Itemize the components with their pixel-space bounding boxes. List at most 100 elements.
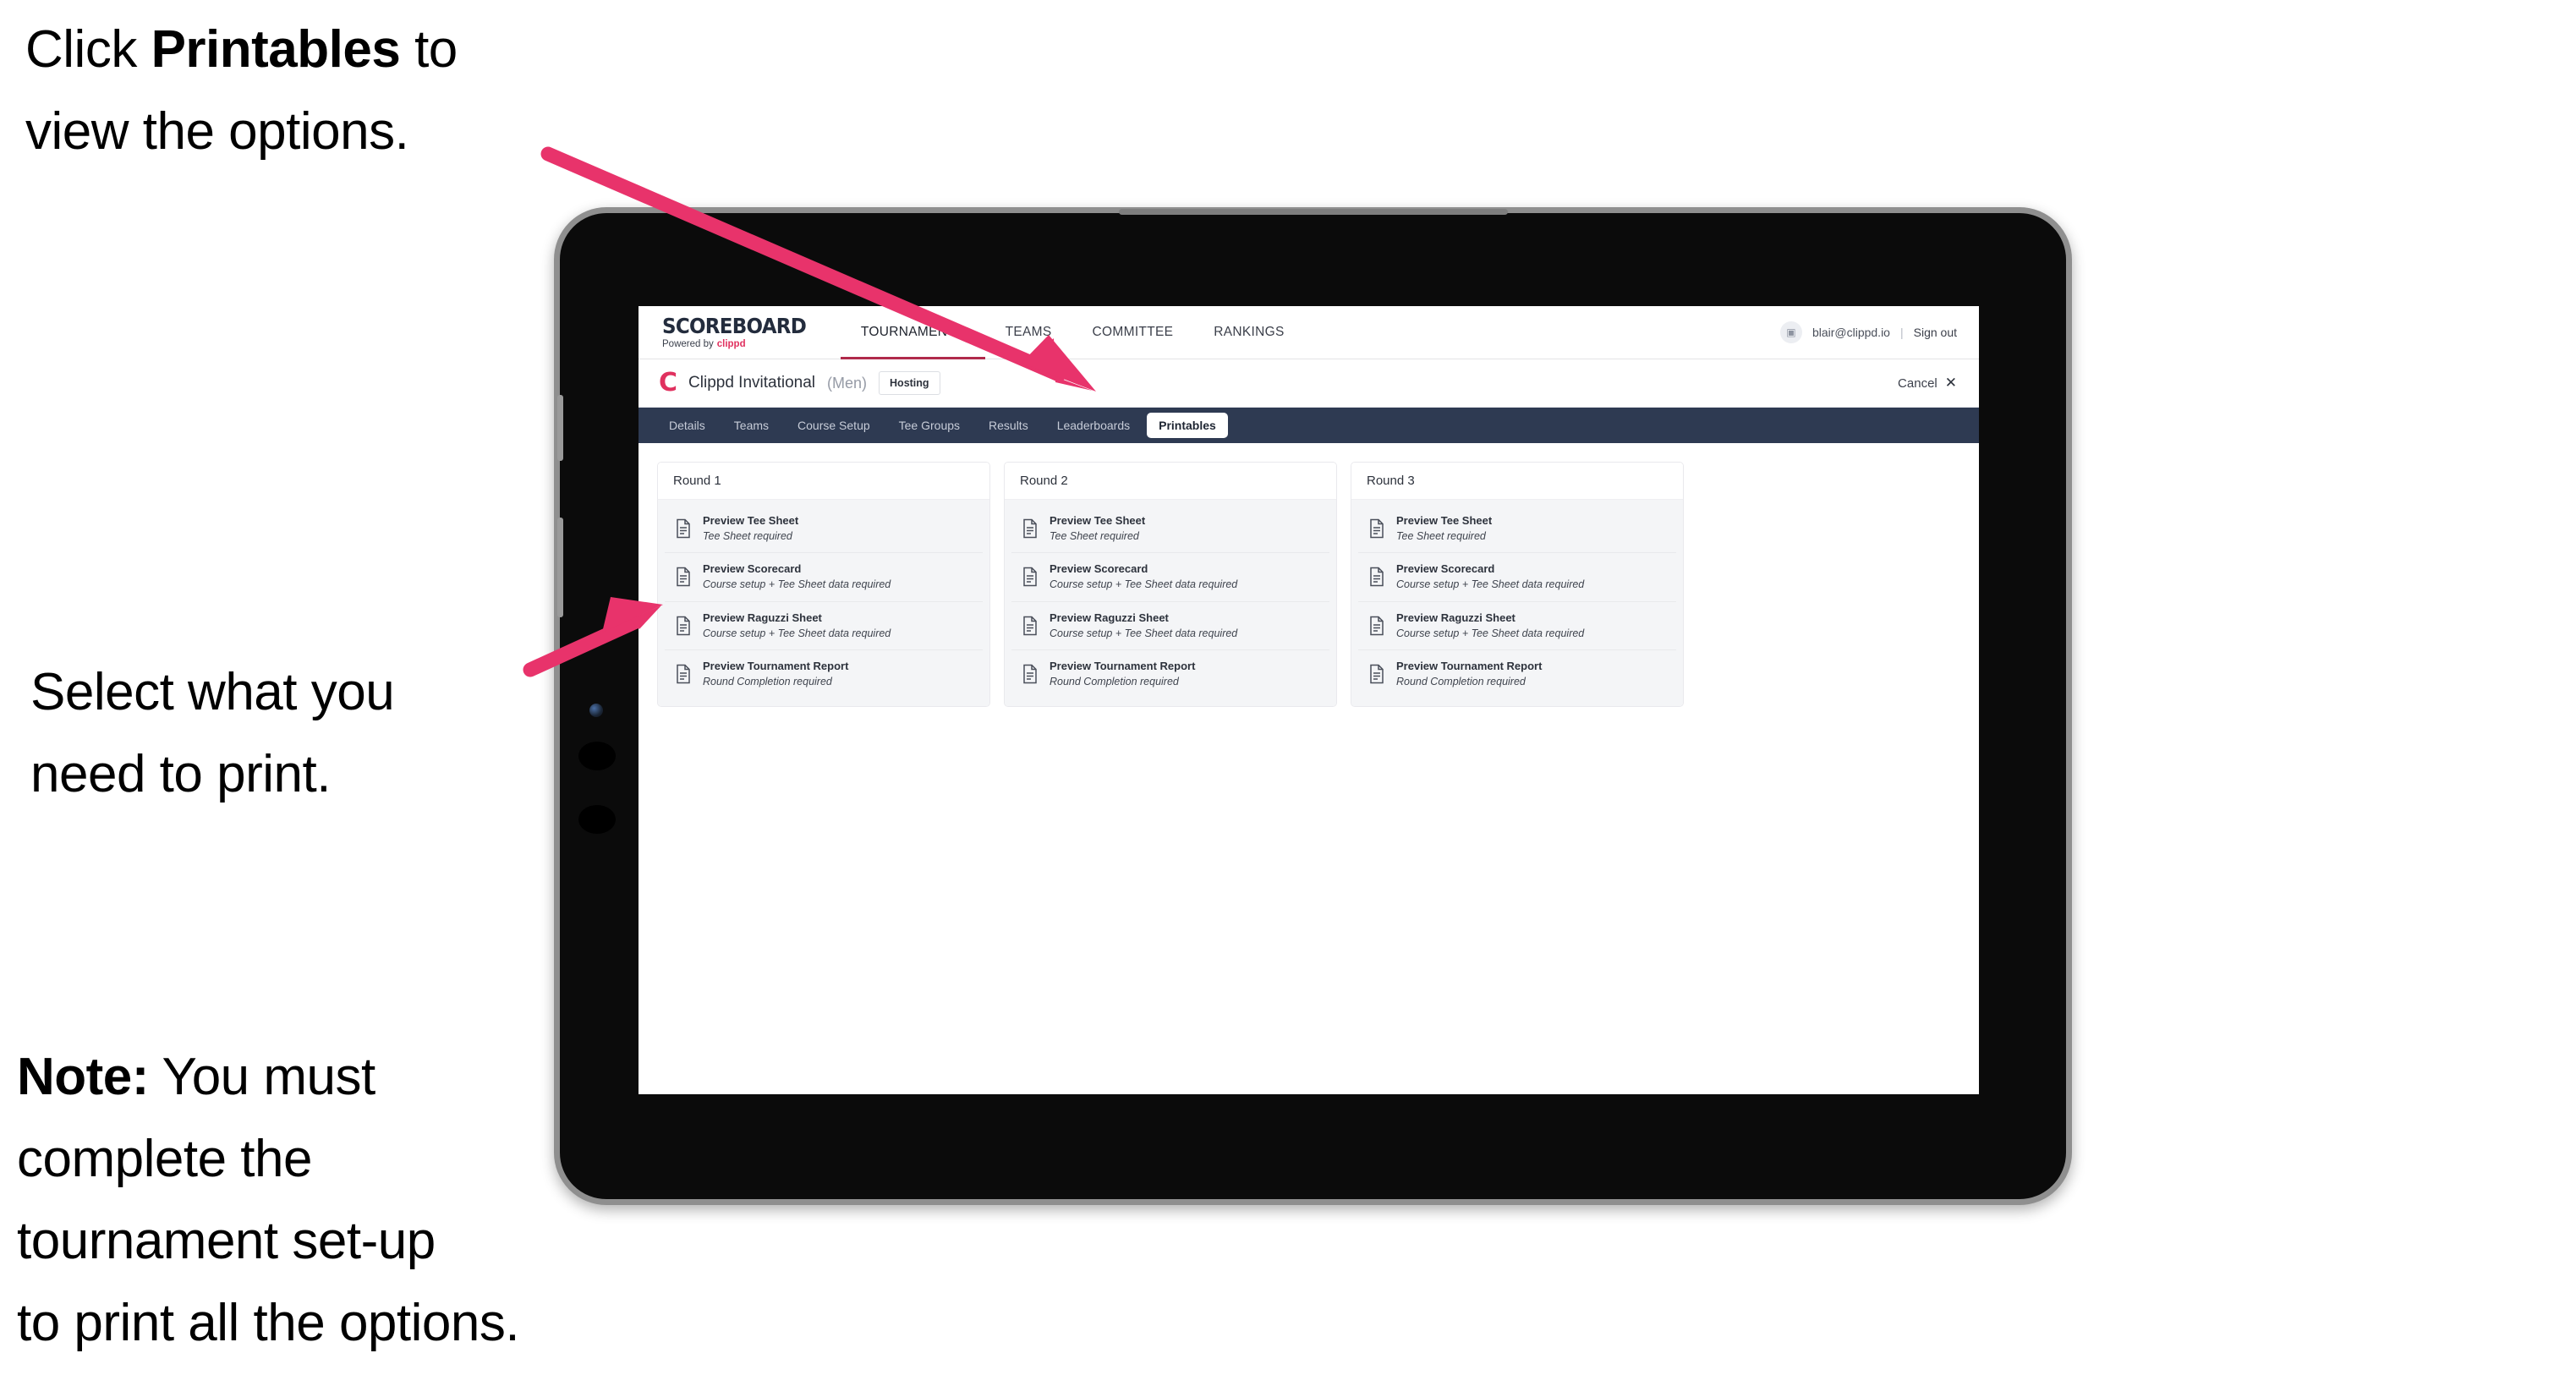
printable-row[interactable]: Preview Tee Sheet Tee Sheet required [665, 505, 983, 554]
printable-labels: Preview Scorecard Course setup + Tee She… [1396, 562, 1585, 591]
brand-subtitle: Powered by clippd [662, 338, 819, 350]
document-icon [675, 518, 692, 539]
printable-title: Preview Tournament Report [1050, 659, 1196, 672]
document-icon [1368, 518, 1385, 539]
printable-title: Preview Scorecard [1050, 562, 1148, 576]
printable-labels: Preview Raguzzi Sheet Course setup + Tee… [1050, 611, 1238, 639]
printable-row[interactable]: Preview Raguzzi Sheet Course setup + Tee… [1011, 602, 1329, 650]
scoreboard-brand-logo[interactable]: SCOREBOARD Powered by clippd [639, 306, 819, 359]
printable-requirement: Round Completion required [1050, 675, 1179, 688]
round-items-list: Preview Tee Sheet Tee Sheet required Pre… [658, 500, 989, 707]
nav-item-committee[interactable]: COMMITTEE [1072, 306, 1194, 359]
printable-row[interactable]: Preview Scorecard Course setup + Tee She… [1011, 553, 1329, 602]
tab-details[interactable]: Details [657, 413, 717, 438]
tab-course-setup[interactable]: Course Setup [786, 413, 882, 438]
printable-labels: Preview Tee Sheet Tee Sheet required [1050, 514, 1146, 542]
printable-requirement: Course setup + Tee Sheet data required [1396, 627, 1585, 639]
annotation-select-line1: Select what you [30, 663, 395, 721]
tab-printables[interactable]: Printables [1147, 413, 1228, 438]
annotation-click-bold: Printables [151, 20, 401, 79]
cancel-button[interactable]: Cancel ✕ [1898, 375, 1957, 392]
brand-title: SCOREBOARD [662, 313, 807, 338]
printable-row[interactable]: Preview Scorecard Course setup + Tee She… [665, 553, 983, 602]
printable-requirement: Tee Sheet required [1050, 529, 1139, 542]
printable-labels: Preview Tee Sheet Tee Sheet required [1396, 514, 1493, 542]
round-card-3: Round 3 Preview Tee Sheet Tee Sheet requ… [1351, 462, 1684, 708]
app-top-navigation-bar: SCOREBOARD Powered by clippd TOURNAMENTS… [639, 306, 1979, 359]
printable-labels: Preview Raguzzi Sheet Course setup + Tee… [703, 611, 891, 639]
printable-row[interactable]: Preview Tee Sheet Tee Sheet required [1011, 505, 1329, 554]
tablet-volume-button[interactable] [557, 395, 563, 461]
printable-labels: Preview Scorecard Course setup + Tee She… [1050, 562, 1238, 591]
annotation-note-bold: Note: [17, 1048, 149, 1106]
nav-item-tournaments[interactable]: TOURNAMENTS [840, 306, 985, 359]
tab-teams[interactable]: Teams [722, 413, 781, 438]
printable-requirement: Course setup + Tee Sheet data required [1396, 578, 1585, 591]
printable-row[interactable]: Preview Tee Sheet Tee Sheet required [1358, 505, 1676, 554]
printable-title: Preview Scorecard [703, 562, 802, 576]
printable-labels: Preview Scorecard Course setup + Tee She… [703, 562, 891, 591]
round-title: Round 3 [1351, 463, 1683, 500]
printable-labels: Preview Tournament Report Round Completi… [1396, 660, 1542, 688]
annotation-select-print: Select what you need to print. [30, 651, 572, 815]
printable-requirement: Tee Sheet required [703, 529, 792, 542]
printable-requirement: Course setup + Tee Sheet data required [1050, 578, 1238, 591]
document-icon [1022, 616, 1039, 636]
printable-row[interactable]: Preview Raguzzi Sheet Course setup + Tee… [1358, 602, 1676, 650]
document-icon [675, 616, 692, 636]
printable-row[interactable]: Preview Scorecard Course setup + Tee She… [1358, 553, 1676, 602]
annotation-click-pre: Click [25, 20, 151, 79]
app-screen: SCOREBOARD Powered by clippd TOURNAMENTS… [639, 306, 1979, 1094]
printable-row[interactable]: Preview Tournament Report Round Completi… [1011, 650, 1329, 698]
close-icon: ✕ [1944, 375, 1957, 391]
front-camera-icon [589, 704, 603, 717]
brand-clippd-label: clippd [716, 338, 746, 349]
tournament-gender-label: (Men) [827, 374, 868, 392]
printable-title: Preview Tee Sheet [1050, 514, 1146, 527]
cancel-label: Cancel [1898, 375, 1937, 391]
printable-row[interactable]: Preview Tournament Report Round Completi… [1358, 650, 1676, 698]
printable-requirement: Course setup + Tee Sheet data required [1050, 627, 1238, 639]
tablet-power-button[interactable] [557, 518, 563, 617]
tab-tee-groups[interactable]: Tee Groups [887, 413, 972, 438]
clippd-logo-icon: C [659, 368, 677, 397]
printable-row[interactable]: Preview Tournament Report Round Completi… [665, 650, 983, 698]
round-items-list: Preview Tee Sheet Tee Sheet required Pre… [1005, 500, 1336, 707]
printable-title: Preview Raguzzi Sheet [703, 611, 822, 624]
round-card-2: Round 2 Preview Tee Sheet Tee Sheet requ… [1004, 462, 1337, 708]
printable-title: Preview Tee Sheet [1396, 514, 1493, 527]
avatar[interactable]: ▣ [1779, 321, 1802, 343]
document-icon [675, 664, 692, 684]
nav-item-rankings[interactable]: RANKINGS [1193, 306, 1304, 359]
document-icon [1022, 567, 1039, 587]
tab-results[interactable]: Results [977, 413, 1040, 438]
annotation-click-printables: Click Printables to view the options. [25, 8, 617, 173]
printable-title: Preview Tournament Report [703, 659, 849, 672]
document-icon [1022, 664, 1039, 684]
round-title: Round 1 [658, 463, 989, 500]
document-icon [1368, 616, 1385, 636]
bezel-sensor-dot-upper [578, 742, 616, 770]
round-card-1: Round 1 Preview Tee Sheet Tee Sheet requ… [657, 462, 990, 708]
printable-labels: Preview Tee Sheet Tee Sheet required [703, 514, 798, 542]
annotation-click-post: to [400, 20, 458, 79]
status-badge-hosting[interactable]: Hosting [879, 371, 940, 395]
round-title: Round 2 [1005, 463, 1336, 500]
printable-title: Preview Raguzzi Sheet [1050, 611, 1169, 624]
primary-nav: TOURNAMENTS TEAMS COMMITTEE RANKINGS [840, 306, 1305, 359]
nav-item-teams[interactable]: TEAMS [985, 306, 1072, 359]
printable-row[interactable]: Preview Raguzzi Sheet Course setup + Tee… [665, 602, 983, 650]
printable-requirement: Round Completion required [1396, 675, 1526, 688]
brand-powered-by-label: Powered by [662, 338, 714, 349]
tournament-context-bar: C Clippd Invitational (Men) Hosting Canc… [639, 359, 1979, 408]
printable-title: Preview Raguzzi Sheet [1396, 611, 1515, 624]
document-icon [1368, 664, 1385, 684]
sign-out-button[interactable]: Sign out [1914, 326, 1957, 339]
document-icon [1368, 567, 1385, 587]
section-tab-strip: Details Teams Course Setup Tee Groups Re… [639, 408, 1979, 443]
round-items-list: Preview Tee Sheet Tee Sheet required Pre… [1351, 500, 1683, 707]
printable-labels: Preview Raguzzi Sheet Course setup + Tee… [1396, 611, 1585, 639]
printable-requirement: Course setup + Tee Sheet data required [703, 578, 891, 591]
tab-leaderboards[interactable]: Leaderboards [1045, 413, 1142, 438]
annotation-click-line2: view the options. [25, 102, 409, 161]
